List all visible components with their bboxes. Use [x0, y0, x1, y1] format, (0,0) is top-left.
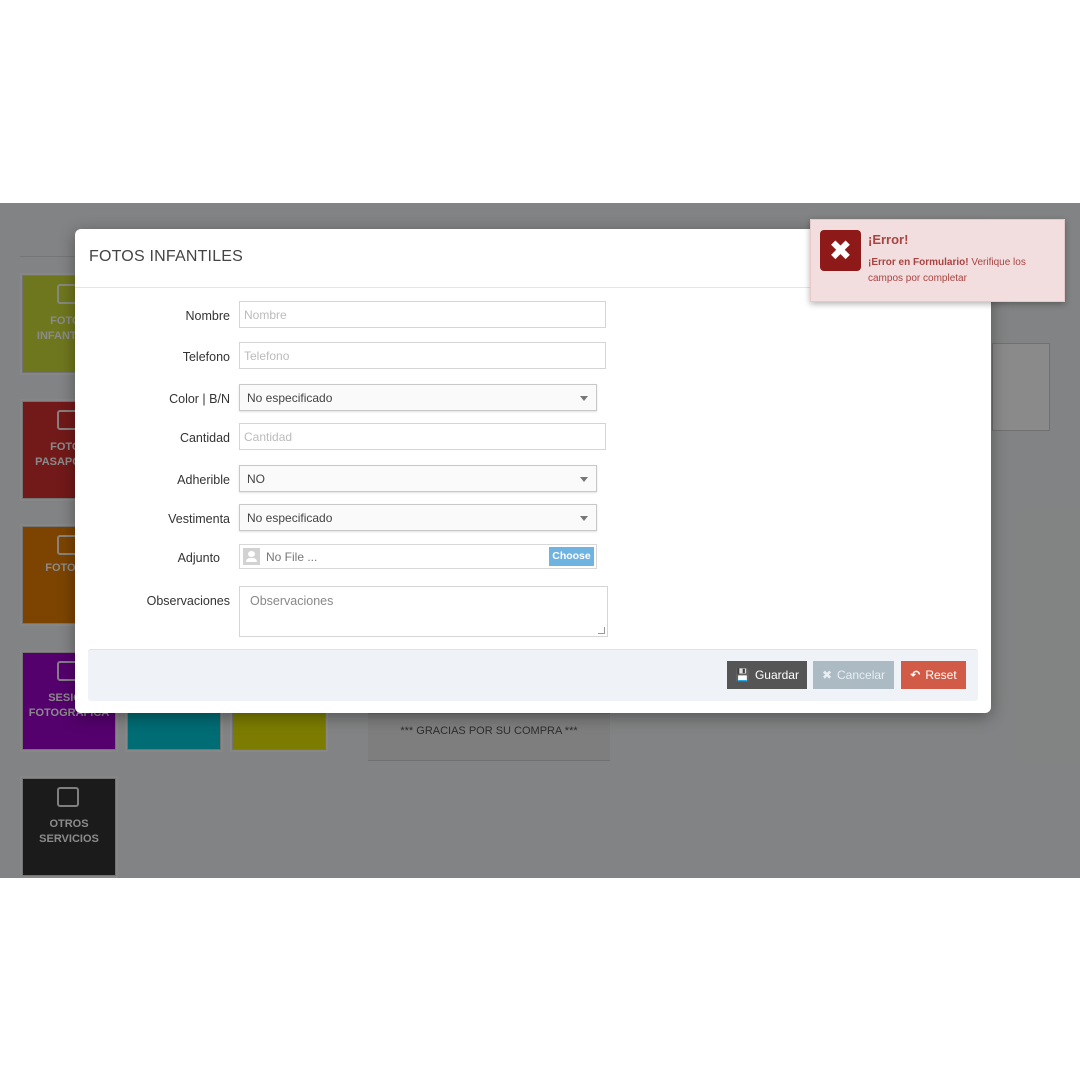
nombre-input[interactable]: Nombre	[239, 301, 606, 328]
close-icon: ✖	[821, 668, 833, 682]
adjunto-label: Adjunto	[177, 551, 220, 565]
observaciones-label: Observaciones	[146, 594, 230, 608]
observaciones-placeholder: Observaciones	[250, 594, 334, 608]
telefono-input[interactable]: Telefono	[239, 342, 606, 369]
toast-message: ¡Error en Formulario! Verifique los camp…	[868, 255, 1056, 287]
nombre-label: Nombre	[185, 309, 230, 323]
adjunto-file-input[interactable]: No File ... Choose	[239, 544, 597, 569]
chevron-down-icon	[580, 477, 588, 482]
cancel-button[interactable]: ✖ Cancelar	[813, 661, 894, 689]
vestimenta-select[interactable]: No especificado	[239, 504, 597, 531]
cantidad-label: Cantidad	[179, 431, 230, 445]
adherible-label: Adherible	[177, 473, 230, 487]
reset-button[interactable]: ↶ Reset	[901, 661, 966, 689]
toast-message-bold: ¡Error en Formulario!	[868, 257, 969, 268]
color-select-value: No especificado	[247, 391, 333, 405]
undo-icon: ↶	[910, 668, 921, 682]
cantidad-input[interactable]: Cantidad	[239, 423, 606, 450]
telefono-label: Telefono	[182, 350, 230, 364]
file-name-text: No File ...	[266, 550, 318, 564]
error-toast[interactable]: ✖ ¡Error! ¡Error en Formulario! Verifiqu…	[810, 219, 1065, 302]
toast-title: ¡Error!	[868, 232, 909, 247]
adherible-select-value: NO	[247, 472, 265, 486]
color-label: Color | B/N	[169, 392, 230, 406]
user-file-icon	[243, 548, 260, 565]
chevron-down-icon	[580, 516, 588, 521]
choose-file-button[interactable]: Choose	[549, 547, 594, 566]
error-x-icon: ✖	[820, 230, 861, 271]
resize-handle-icon[interactable]	[598, 627, 605, 634]
vestimenta-select-value: No especificado	[247, 511, 333, 525]
adherible-select[interactable]: NO	[239, 465, 597, 492]
modal-footer: 💾 Guardar ✖ Cancelar ↶ Reset	[88, 649, 978, 701]
vestimenta-label: Vestimenta	[168, 512, 230, 526]
floppy-disk-icon: 💾	[735, 668, 750, 682]
modal-title: FOTOS INFANTILES	[89, 248, 244, 265]
chevron-down-icon	[580, 396, 588, 401]
cancel-button-label: Cancelar	[837, 668, 886, 682]
save-button[interactable]: 💾 Guardar	[727, 661, 807, 689]
observaciones-textarea[interactable]: Observaciones	[239, 586, 608, 637]
color-select[interactable]: No especificado	[239, 384, 597, 411]
save-button-label: Guardar	[754, 668, 799, 682]
reset-button-label: Reset	[925, 668, 957, 682]
